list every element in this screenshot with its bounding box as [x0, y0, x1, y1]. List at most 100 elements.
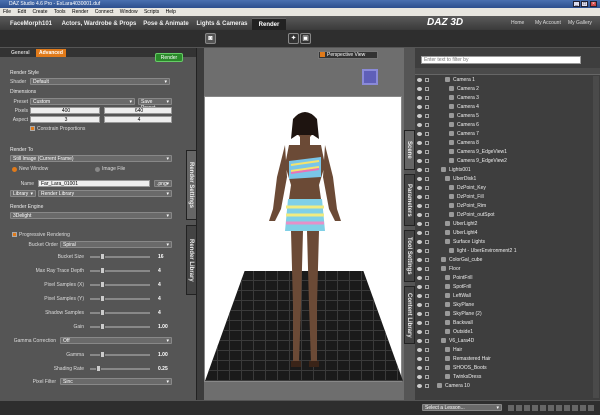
- tab-pose-animate[interactable]: Pose & Animate: [140, 18, 192, 30]
- lock-icon[interactable]: [425, 132, 429, 136]
- scene-tree-row[interactable]: DzPoint_Rim: [415, 202, 585, 210]
- lock-icon[interactable]: [425, 258, 429, 262]
- menu-create[interactable]: Create: [32, 9, 47, 15]
- tab-render-settings[interactable]: Render Settings: [186, 150, 197, 220]
- lesson-page-buttons[interactable]: [508, 405, 596, 411]
- lock-icon[interactable]: [425, 105, 429, 109]
- tab-advanced[interactable]: Advanced: [36, 49, 66, 57]
- lock-icon[interactable]: [425, 114, 429, 118]
- image-file-radio[interactable]: [95, 167, 100, 172]
- tab-scene[interactable]: Scene: [404, 130, 415, 170]
- menu-scripts[interactable]: Scripts: [144, 9, 159, 15]
- nav-my-gallery[interactable]: My Gallery: [568, 20, 592, 26]
- lock-icon[interactable]: [425, 294, 429, 298]
- visibility-eye-icon[interactable]: [417, 312, 422, 316]
- gain-slider[interactable]: [90, 323, 150, 330]
- scene-filter-input[interactable]: [421, 56, 581, 64]
- scene-tree-row[interactable]: TwinksDress: [415, 373, 585, 381]
- visibility-eye-icon[interactable]: [417, 258, 422, 262]
- lock-icon[interactable]: [425, 375, 429, 379]
- scene-tree-row[interactable]: Surface Lights: [415, 238, 585, 246]
- scene-tree-row[interactable]: light - UberEnvironment2 1: [415, 247, 585, 255]
- new-window-radio[interactable]: [12, 167, 17, 172]
- visibility-eye-icon[interactable]: [417, 186, 422, 190]
- nav-my-account[interactable]: My Account: [535, 20, 561, 26]
- lock-icon[interactable]: [425, 150, 429, 154]
- scene-tree-row[interactable]: Camera 4: [415, 103, 585, 111]
- ray-depth-slider[interactable]: [90, 267, 150, 274]
- visibility-eye-icon[interactable]: [417, 384, 422, 388]
- lock-icon[interactable]: [425, 141, 429, 145]
- scene-tree-row[interactable]: UberDisk1: [415, 175, 585, 183]
- nav-home[interactable]: Home: [511, 20, 524, 26]
- tab-render[interactable]: Render: [252, 18, 286, 30]
- visibility-eye-icon[interactable]: [417, 114, 422, 118]
- lock-icon[interactable]: [425, 348, 429, 352]
- visibility-eye-icon[interactable]: [417, 96, 422, 100]
- scene-tree-row[interactable]: SHOOS_Boots: [415, 364, 585, 372]
- minimize-button[interactable]: _: [573, 1, 580, 7]
- render-icon[interactable]: ▣: [300, 33, 311, 44]
- preset-select[interactable]: Custom: [30, 98, 135, 105]
- lock-icon[interactable]: [425, 285, 429, 289]
- scene-tree-row[interactable]: Backwall: [415, 319, 585, 327]
- scene-tree-row[interactable]: Camera 2: [415, 85, 585, 93]
- tab-lights-cameras[interactable]: Lights & Cameras: [194, 18, 250, 30]
- shading-rate-slider[interactable]: [90, 365, 150, 372]
- menu-tools[interactable]: Tools: [54, 9, 66, 15]
- shadow-samples-slider[interactable]: [90, 309, 150, 316]
- pixels-width-input[interactable]: 400: [30, 107, 100, 114]
- scene-tree-row[interactable]: Camera 1: [415, 76, 585, 84]
- visibility-eye-icon[interactable]: [417, 240, 422, 244]
- tab-render-library[interactable]: Render Library: [186, 225, 197, 295]
- lock-icon[interactable]: [425, 267, 429, 271]
- pixel-samples-y-slider[interactable]: [90, 295, 150, 302]
- lock-icon[interactable]: [425, 159, 429, 163]
- lock-icon[interactable]: [425, 321, 429, 325]
- scene-tree-row[interactable]: Camera 3: [415, 94, 585, 102]
- tab-facemorph[interactable]: FaceMorph101: [4, 18, 58, 30]
- visibility-eye-icon[interactable]: [417, 159, 422, 163]
- scene-tree-row[interactable]: UberLight4: [415, 229, 585, 237]
- visibility-eye-icon[interactable]: [417, 366, 422, 370]
- scene-tree-row[interactable]: Lights001: [415, 166, 585, 174]
- menu-connect[interactable]: Connect: [95, 9, 114, 15]
- lock-icon[interactable]: [425, 330, 429, 334]
- scene-tree-row[interactable]: PointFrill: [415, 274, 585, 282]
- shader-select[interactable]: Default: [30, 78, 170, 85]
- scene-tree-row[interactable]: DzPoint_Fill: [415, 193, 585, 201]
- library-button[interactable]: Library: [10, 190, 36, 197]
- visibility-eye-icon[interactable]: [417, 375, 422, 379]
- visibility-eye-icon[interactable]: [417, 132, 422, 136]
- menu-window[interactable]: Window: [120, 9, 138, 15]
- visibility-eye-icon[interactable]: [417, 339, 422, 343]
- lock-icon[interactable]: [425, 339, 429, 343]
- visibility-eye-icon[interactable]: [417, 141, 422, 145]
- pixel-samples-x-slider[interactable]: [90, 281, 150, 288]
- camera-icon[interactable]: ◙: [205, 33, 216, 44]
- constrain-checkbox[interactable]: [30, 126, 35, 131]
- gamma-correction-select[interactable]: Off: [60, 337, 172, 344]
- visibility-eye-icon[interactable]: [417, 87, 422, 91]
- visibility-eye-icon[interactable]: [417, 195, 422, 199]
- save-preset-button[interactable]: Save Preset...: [138, 98, 172, 111]
- visibility-eye-icon[interactable]: [417, 285, 422, 289]
- lock-icon[interactable]: [425, 249, 429, 253]
- visibility-eye-icon[interactable]: [417, 267, 422, 271]
- visibility-eye-icon[interactable]: [417, 177, 422, 181]
- menu-render[interactable]: Render: [72, 9, 88, 15]
- lock-icon[interactable]: [425, 213, 429, 217]
- scene-tree-row[interactable]: Camera 10: [415, 382, 585, 390]
- lock-icon[interactable]: [425, 222, 429, 226]
- visibility-eye-icon[interactable]: [417, 276, 422, 280]
- tab-parameters[interactable]: Parameters: [404, 174, 415, 226]
- visibility-eye-icon[interactable]: [417, 357, 422, 361]
- scene-tree-row[interactable]: DzPoint_outSpot: [415, 211, 585, 219]
- visibility-eye-icon[interactable]: [417, 321, 422, 325]
- library-select[interactable]: Render Library: [38, 190, 172, 197]
- scene-tree-row[interactable]: Floor: [415, 265, 585, 273]
- menu-help[interactable]: Help: [166, 9, 176, 15]
- gamma-slider[interactable]: [90, 351, 150, 358]
- scene-tree-row[interactable]: SpotFrill: [415, 283, 585, 291]
- camera-menu-icon[interactable]: [320, 52, 325, 57]
